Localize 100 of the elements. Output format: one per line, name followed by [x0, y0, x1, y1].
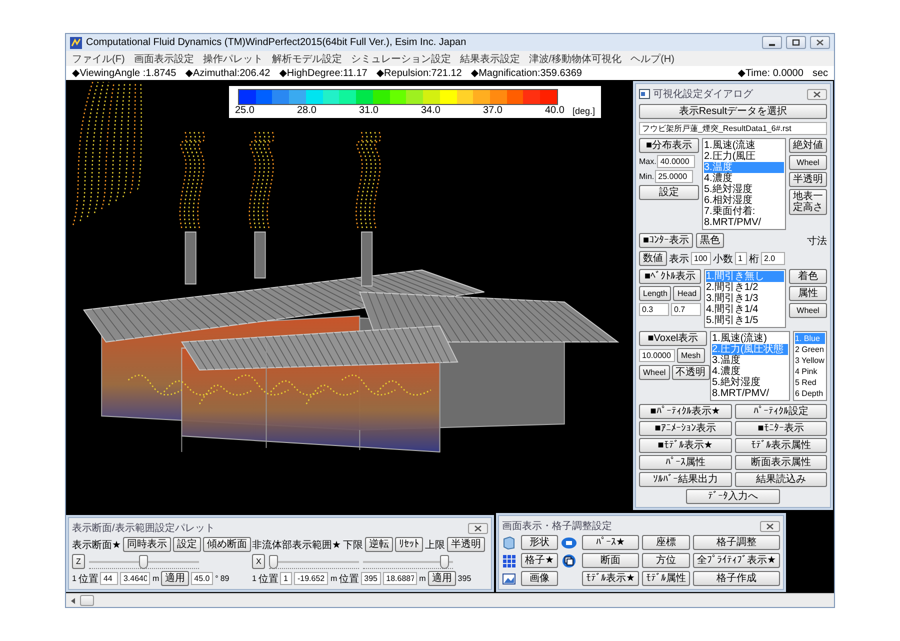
min-field[interactable]: 25.0000 — [655, 170, 694, 183]
view-button[interactable]: ﾓﾃﾞﾙ属性 — [642, 571, 690, 586]
variable-list[interactable]: 1.風速(流速 2.圧力(風圧 3.温度 4.濃度 5.絶対湿度 6.相対湿度 7.乗面付着: 8.MRT/PMV/ — [702, 138, 786, 230]
position-field[interactable]: 395 — [361, 572, 382, 585]
select-result-button[interactable]: 表示Resultデータを選択 — [639, 104, 827, 119]
list-item[interactable]: 1.風速(流速) — [712, 333, 788, 344]
dimension-field[interactable]: 2.0 — [761, 252, 785, 265]
list-item[interactable]: 8.MRT/PMV/ — [712, 388, 788, 399]
length-field[interactable]: 0.3 — [639, 303, 669, 316]
dialog-button[interactable]: ■ﾊﾟｰﾃｨｸﾙ表示★ — [639, 404, 732, 419]
dialog-button[interactable]: ﾊﾟｰｽ属性 — [639, 455, 732, 470]
mesh-button[interactable]: Mesh — [677, 348, 705, 363]
option-button[interactable]: Wheel — [789, 155, 827, 170]
list-item[interactable]: 2.圧力(風圧 — [704, 151, 784, 162]
menu-item[interactable]: 解析モデル設定 — [272, 52, 342, 66]
list-item[interactable]: 2 Green — [795, 344, 825, 355]
position-field[interactable]: 44 — [100, 572, 118, 585]
voxel-button[interactable]: ■Voxel表示 — [639, 331, 707, 346]
angle-field[interactable]: 45.0 — [191, 572, 214, 585]
list-item[interactable]: 5.間引き1/5 — [706, 315, 784, 326]
menu-item[interactable]: ヘルプ(H) — [630, 52, 674, 66]
apply-button[interactable]: 適用 — [161, 571, 190, 586]
section-button[interactable]: 同時表示 — [122, 537, 171, 552]
option-button[interactable]: 地表一定高さ — [789, 189, 827, 215]
axis-button[interactable]: X — [252, 554, 266, 569]
list-item[interactable]: 3.間引き1/3 — [706, 293, 784, 304]
view-button[interactable]: 断面 — [582, 553, 639, 568]
dialog-button[interactable]: 結果読込み — [734, 472, 827, 487]
thinning-list[interactable]: 1.間引き無し 2.間引き1/2 3.間引き1/3 4.間引き1/4 5.間引き1/5 — [704, 269, 786, 328]
length-button[interactable]: Length — [639, 286, 672, 301]
axis-button[interactable]: Z — [72, 554, 85, 569]
opacity-button[interactable]: 不透明 — [672, 365, 710, 380]
color-button[interactable]: 黒色 — [696, 233, 724, 248]
coordinate-field[interactable]: 3.4640 — [120, 572, 150, 585]
view-button[interactable]: ﾊﾟｰｽ★ — [582, 535, 639, 550]
option-button[interactable]: 属性 — [789, 286, 827, 301]
distribution-button[interactable]: ■分布表示 — [639, 138, 699, 153]
position-field[interactable]: 1 — [280, 572, 292, 585]
horizontal-scrollbar[interactable] — [66, 593, 834, 607]
close-button[interactable] — [760, 520, 780, 532]
option-button[interactable]: 着色 — [789, 269, 827, 284]
list-item[interactable]: 6.相対湿度 — [704, 195, 784, 206]
apply-button[interactable]: 適用 — [428, 571, 456, 586]
view-button[interactable]: ﾓﾃﾞﾙ表示★ — [582, 571, 639, 586]
list-item[interactable]: 5.絶対湿度 — [712, 377, 788, 388]
list-item[interactable]: 7.乗面付着: — [704, 206, 784, 217]
list-item[interactable]: 6 Depth — [795, 388, 825, 399]
head-button[interactable]: Head — [673, 286, 701, 301]
vector-button[interactable]: ■ﾍﾞｸﾄﾙ表示 — [639, 269, 701, 284]
menu-item[interactable]: 結果表示設定 — [460, 52, 520, 66]
view-button[interactable]: 形状 — [521, 535, 558, 550]
option-button[interactable]: 絶対値 — [789, 138, 827, 153]
translucent-button[interactable]: 半透明 — [446, 537, 485, 552]
section-slider[interactable] — [88, 554, 199, 568]
list-item[interactable]: 4.間引き1/4 — [706, 304, 784, 315]
menu-item[interactable]: 画面表示設定 — [134, 52, 194, 66]
menu-item[interactable]: 津波/移動物体可視化 — [528, 52, 622, 66]
slider-thumb[interactable] — [440, 554, 450, 568]
menu-item[interactable]: ファイル(F) — [72, 52, 125, 66]
color-list[interactable]: 1. Blue 2 Green 3 Yellow 4 Pink 5 Red 6 Depth — [793, 331, 827, 401]
menu-item[interactable]: 操作パレット — [202, 52, 263, 66]
minimize-button[interactable] — [762, 36, 782, 49]
list-item[interactable]: 4.濃度 — [704, 173, 784, 184]
view-button[interactable]: 方位 — [642, 553, 690, 568]
display-field[interactable]: 100 — [691, 252, 711, 265]
dialog-button[interactable]: ﾓﾃﾞﾙ表示属性 — [734, 438, 827, 453]
close-button[interactable] — [810, 36, 830, 49]
max-field[interactable]: 40.0000 — [657, 155, 696, 168]
coordinate-field[interactable]: -19.652 — [294, 572, 328, 585]
view-button[interactable]: 座標 — [642, 535, 690, 550]
dialog-button[interactable]: ﾊﾟｰﾃｨｸﾙ設定 — [734, 404, 827, 419]
dialog-button[interactable]: 断面表示属性 — [734, 455, 827, 470]
upper-slider[interactable] — [363, 554, 454, 568]
view-button[interactable]: 格子調整 — [692, 535, 780, 550]
scroll-thumb[interactable] — [80, 595, 94, 606]
lower-slider[interactable] — [269, 554, 360, 568]
close-button[interactable] — [468, 522, 488, 534]
list-item[interactable]: 5.絶対湿度 — [704, 184, 784, 195]
slider-thumb[interactable] — [269, 554, 278, 568]
dialog-button[interactable]: ■ｱﾆﾒｰｼｮﾝ表示 — [639, 421, 732, 436]
voxel-value-field[interactable]: 10.0000 — [639, 349, 675, 362]
option-button[interactable]: Wheel — [789, 303, 827, 318]
section-button[interactable]: 傾め断面 — [202, 537, 251, 552]
decimal-field[interactable]: 1 — [735, 252, 747, 265]
range-button[interactable]: 逆転 — [364, 537, 393, 552]
value-button[interactable]: 数値 — [639, 251, 667, 266]
section-button[interactable]: 設定 — [172, 537, 201, 552]
contour-button[interactable]: ■ｺﾝﾀｰ表示 — [639, 233, 694, 248]
menu-item[interactable]: シミュレーション設定 — [350, 52, 451, 66]
view-button[interactable]: 画像 — [521, 571, 558, 586]
list-item[interactable]: 4 Pink — [795, 366, 825, 377]
wheel-button[interactable]: Wheel — [639, 365, 670, 380]
dialog-button[interactable]: ■ﾓﾃﾞﾙ表示★ — [639, 438, 732, 453]
dialog-button[interactable]: ■ﾓﾆﾀｰ表示 — [734, 421, 827, 436]
head-field[interactable]: 0.7 — [671, 303, 701, 316]
slider-thumb[interactable] — [139, 554, 148, 568]
dialog-button[interactable]: ｿﾙﾊﾞｰ結果出力 — [639, 472, 732, 487]
close-button[interactable] — [807, 88, 827, 100]
view-button[interactable]: 全ﾌﾟﾗｲﾃｨﾌﾞ表示★ — [692, 553, 780, 568]
view-button[interactable]: 格子★ — [521, 553, 558, 568]
